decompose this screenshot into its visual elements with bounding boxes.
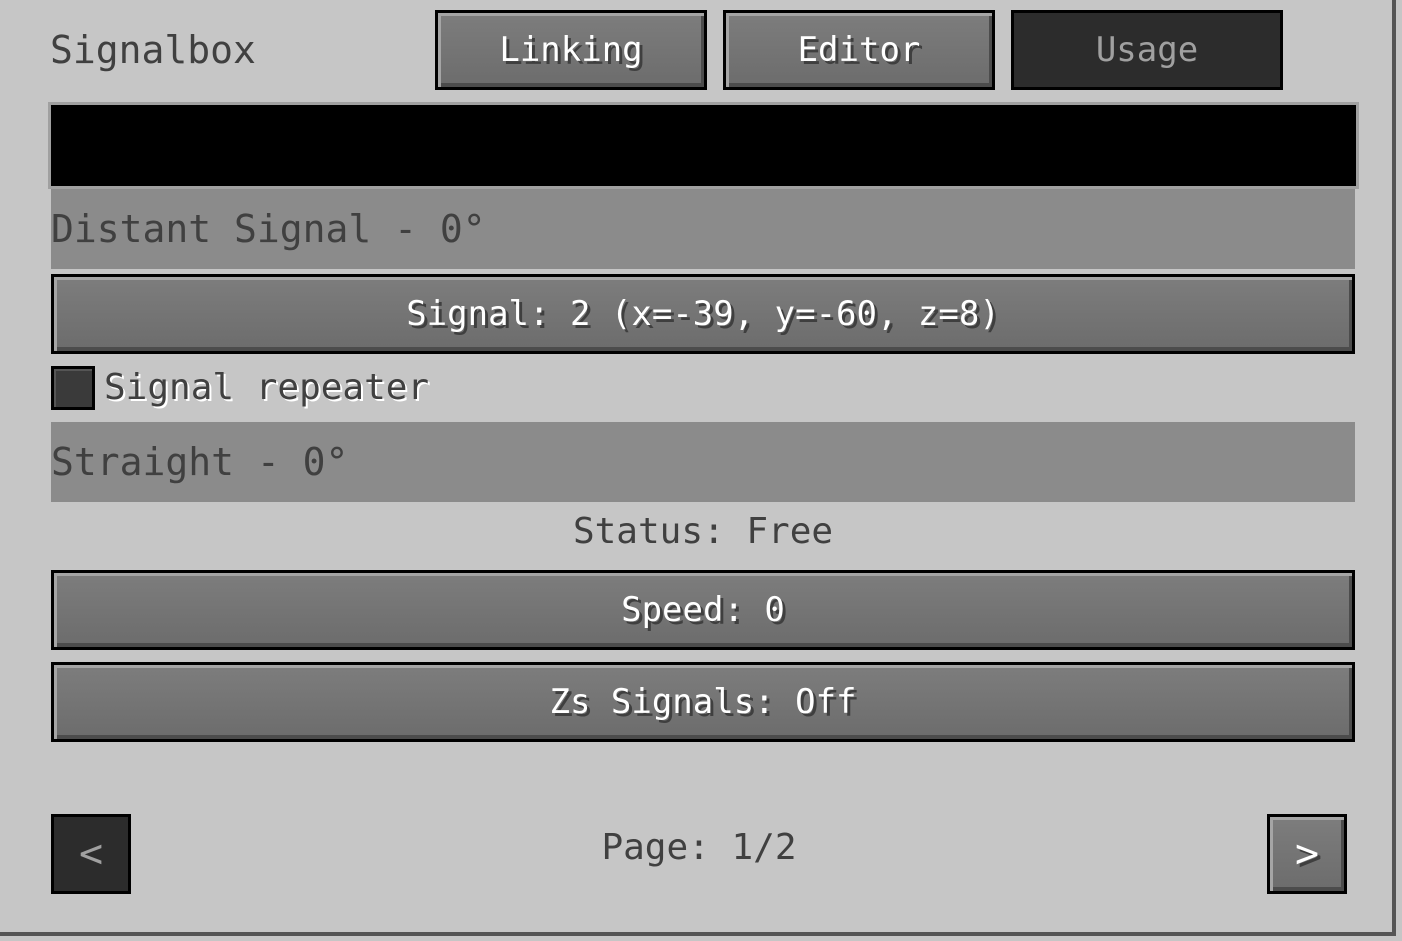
chevron-right-icon: > bbox=[1294, 831, 1320, 877]
signal-button[interactable]: Signal: 2 (x=-39, y=-60, z=8) bbox=[51, 274, 1355, 354]
speed-button[interactable]: Speed: 0 bbox=[51, 570, 1355, 650]
status-text: Status: Free bbox=[572, 511, 834, 552]
zs-signals-button[interactable]: Zs Signals: Off bbox=[51, 662, 1355, 742]
tab-usage: Usage bbox=[1011, 10, 1283, 90]
signal-repeater-checkbox[interactable] bbox=[51, 366, 95, 410]
distant-signal-label: Distant Signal - 0° bbox=[51, 189, 1355, 269]
tab-linking[interactable]: Linking bbox=[435, 10, 707, 90]
signalbox-panel: Signalbox Linking Editor Usage Distant S… bbox=[0, 0, 1396, 936]
straight-label: Straight - 0° bbox=[51, 422, 1355, 502]
window-title: Signalbox bbox=[50, 28, 256, 72]
signal-repeater-label: Signal repeater bbox=[104, 367, 430, 408]
next-page-button[interactable]: > bbox=[1267, 814, 1347, 894]
name-input[interactable] bbox=[48, 102, 1359, 189]
tab-editor[interactable]: Editor bbox=[723, 10, 995, 90]
page-indicator: Page: 1/2 bbox=[601, 827, 797, 868]
